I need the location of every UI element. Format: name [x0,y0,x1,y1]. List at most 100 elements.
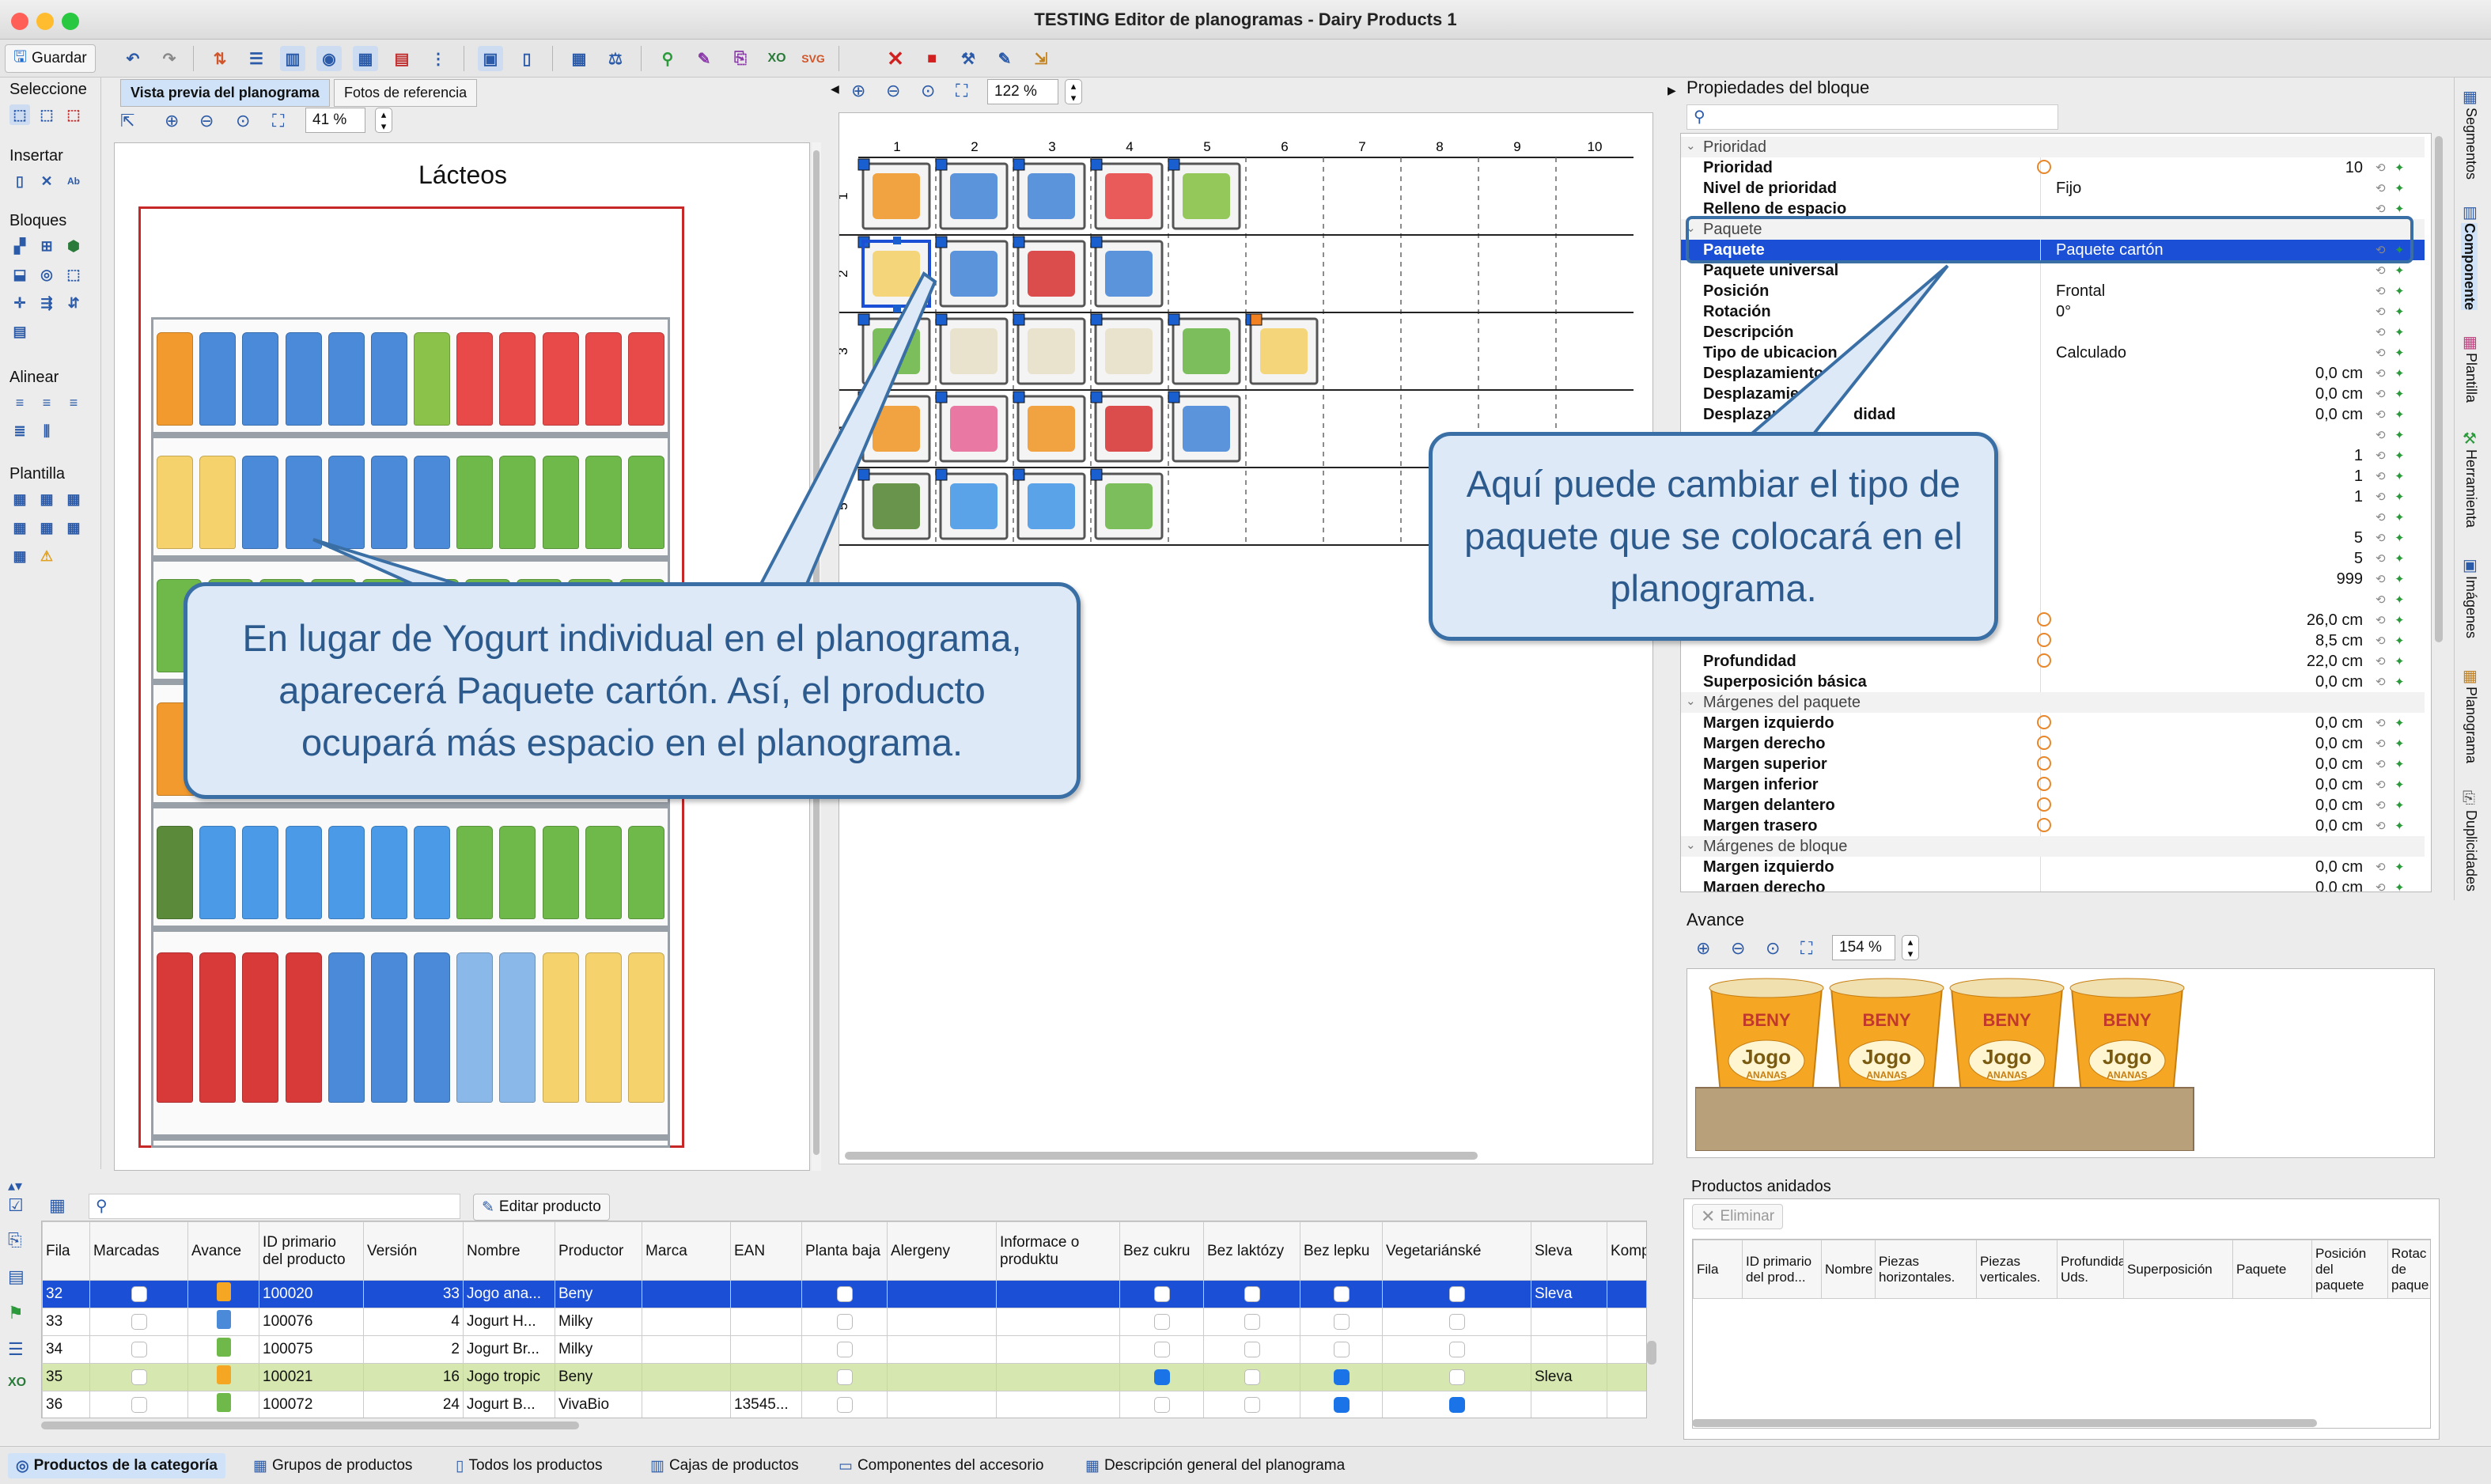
bottom-tab[interactable]: ▭ Componentes del accesorio [831,1453,1051,1478]
column-header[interactable]: Marcadas [89,1221,188,1281]
column-header[interactable]: Planta baja [801,1221,888,1281]
link-icon[interactable]: ⟲ [2376,736,2388,751]
checkbox[interactable] [131,1313,147,1330]
formula-icon[interactable] [2037,612,2051,627]
grid-zoom-fit-icon[interactable]: ⊙ [921,81,935,101]
link-icon[interactable]: ⟲ [2376,531,2388,545]
pin-icon[interactable]: ✦ [2394,387,2407,401]
link-icon[interactable]: ⟲ [2376,449,2388,463]
checkbox[interactable] [1448,1396,1465,1413]
link-icon[interactable]: ⟲ [2376,675,2388,689]
checkbox[interactable] [1244,1369,1260,1385]
check-all-icon[interactable]: ☑ [8,1195,24,1216]
sort-icon[interactable]: ⇅ [207,46,233,71]
svg-icon[interactable]: SVG [801,46,826,71]
checkbox[interactable] [1153,1369,1170,1385]
collapse-up-icon[interactable]: ▴▾ [8,1178,22,1194]
warning-icon[interactable]: ⚠ [36,546,57,566]
link-icon[interactable]: ⟲ [2376,181,2388,195]
avance-zoom-in-icon[interactable]: ⊕ [1696,938,1710,959]
delete-icon[interactable]: ✕ [883,46,908,71]
link-icon[interactable]: ⟲ [2376,654,2388,668]
undo-icon[interactable]: ↶ [120,46,146,71]
column-header[interactable]: Alergeny [887,1221,997,1281]
block-tool-1-icon[interactable]: ▞ [9,236,30,256]
chevron-down-icon[interactable]: ⌄ [1686,838,1696,852]
scale-icon[interactable]: ⚖ [603,46,628,71]
checkbox[interactable] [1153,1396,1170,1413]
checkbox[interactable] [1333,1369,1350,1385]
side-tab-imagenes[interactable]: Imágenes [2463,576,2479,638]
link-icon[interactable]: ⟲ [2376,798,2388,812]
insert-product-icon[interactable]: ✕ [36,171,57,191]
checkbox[interactable] [131,1285,147,1302]
formula-icon[interactable] [2037,715,2051,729]
grid-horizontal-scrollbar[interactable] [845,1152,1478,1160]
nested-column-header[interactable]: Paquete [2232,1240,2312,1299]
nested-column-header[interactable]: Fila [1693,1240,1743,1299]
pin-icon[interactable]: ⚲ [655,46,680,71]
grid-view-icon[interactable]: ▦ [353,46,378,71]
formula-icon[interactable] [2037,777,2051,791]
pin-icon[interactable]: ✦ [2394,510,2407,524]
block-tool-2-icon[interactable]: ⊞ [36,236,57,256]
checkbox[interactable] [836,1285,853,1302]
property-row[interactable]: Margen derecho 0,0 cm ⟲ ✦ [1681,877,2425,892]
link-icon[interactable]: ⟲ [2376,757,2388,771]
bottom-tab[interactable]: ▦ Grupos de productos [245,1453,420,1478]
insert-shelf-icon[interactable]: ▯ [9,171,30,191]
pin-icon[interactable]: ✦ [2394,263,2407,278]
xml-icon[interactable]: XO [764,46,789,71]
property-row[interactable]: Descripción ⟲ ✦ [1681,322,2425,343]
column-header[interactable]: Kompa [1607,1221,1646,1281]
template-tool-6-icon[interactable]: ▦ [63,517,84,538]
table-icon[interactable]: ▦ [566,46,592,71]
avance-zoom-field[interactable]: 154 % [1832,935,1895,960]
pin-icon[interactable]: ✦ [2394,325,2407,339]
property-row[interactable]: Prioridad 10 ⟲ ✦ [1681,157,2425,178]
link-icon[interactable]: ⟲ [2376,469,2388,483]
insert-text-icon[interactable]: Ab [63,171,84,191]
checkbox[interactable] [1153,1341,1170,1357]
checkbox[interactable] [1448,1369,1465,1385]
properties-scrollbar[interactable] [2435,136,2443,642]
pin-icon[interactable]: ✦ [2394,531,2407,545]
link-icon[interactable]: ⟲ [2376,305,2388,319]
copy-icon[interactable]: ⎘ [8,1230,22,1251]
redo-icon[interactable]: ↷ [157,46,182,71]
columns-icon[interactable]: ▥ [280,46,305,71]
block-tool-4-icon[interactable]: ⬓ [9,264,30,285]
property-row[interactable]: Margen derecho 0,0 cm ⟲ ✦ [1681,733,2425,754]
block-tool-7-icon[interactable]: ✛ [9,293,30,313]
preview-zoom-stepper[interactable]: ▴ ▾ [375,108,392,133]
doc-icon[interactable]: ▤ [8,1266,25,1287]
block-tool-6-icon[interactable]: ⬚ [63,264,84,285]
template-tool-2-icon[interactable]: ▦ [36,489,57,509]
shelf-view-icon[interactable]: ▣ [478,46,503,71]
checkbox[interactable] [1244,1313,1260,1330]
pin-icon[interactable]: ✦ [2394,860,2407,874]
stop-icon[interactable]: ■ [919,46,945,71]
block-tool-8-icon[interactable]: ⇶ [36,293,57,313]
property-row[interactable]: Margen superior 0,0 cm ⟲ ✦ [1681,754,2425,774]
link-icon[interactable]: ⟲ [2376,366,2388,380]
checkbox[interactable] [836,1341,853,1357]
link-icon[interactable]: ⟲ [2376,263,2388,278]
align-left-icon[interactable]: ≡ [9,392,30,413]
side-tab-plantilla[interactable]: Plantilla [2463,353,2479,403]
column-header[interactable]: Vegetariánské [1382,1221,1531,1281]
grid-zoom-out-icon[interactable]: ⊖ [886,81,900,101]
formula-icon[interactable] [2037,736,2051,750]
checkbox[interactable] [1244,1285,1260,1302]
avance-fit-page-icon[interactable]: ⛶ [1800,938,1812,959]
align-center-icon[interactable]: ≡ [36,392,57,413]
checkbox[interactable] [1448,1341,1465,1357]
pin-icon[interactable]: ✦ [2394,181,2407,195]
collapse-left-icon[interactable]: ◀ [831,82,839,96]
product-search-input[interactable]: ⚲ [89,1194,460,1219]
checkbox[interactable] [1333,1313,1350,1330]
zoom-in-icon[interactable]: ⊕ [165,111,179,131]
avance-zoom-out-icon[interactable]: ⊖ [1731,938,1745,959]
template-tool-1-icon[interactable]: ▦ [9,489,30,509]
table-row[interactable]: 33 100076 4 Jogurt H... Milky [42,1308,1646,1336]
